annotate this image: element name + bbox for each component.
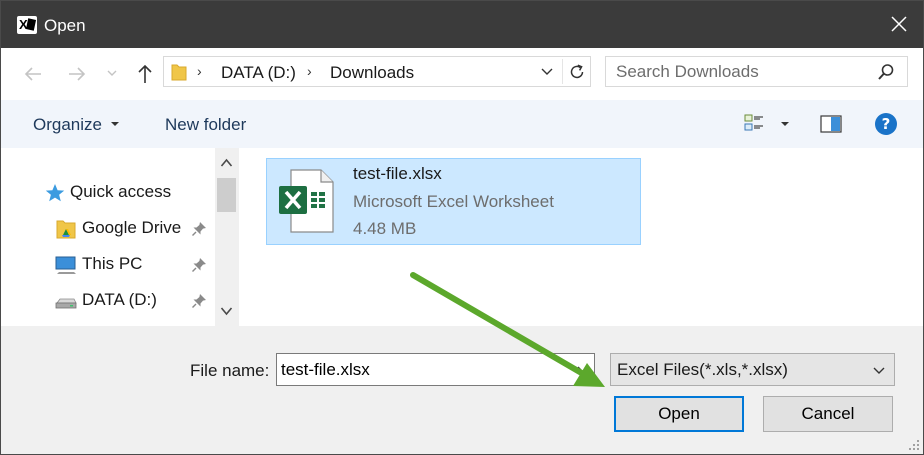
sidebar-item-label: This PC bbox=[82, 254, 143, 273]
back-button[interactable] bbox=[21, 62, 45, 86]
chevron-down-icon bbox=[873, 367, 885, 374]
sidebar-item-label: Google Drive bbox=[82, 218, 182, 237]
address-bar[interactable]: › DATA (D:) › Downloads bbox=[163, 56, 591, 87]
file-list-pane: test-file.xlsx Microsoft Excel Worksheet… bbox=[243, 148, 923, 326]
help-icon: ? bbox=[875, 113, 897, 135]
chevron-down-icon bbox=[220, 307, 233, 316]
preview-pane-icon bbox=[820, 115, 842, 133]
sidebar-item-data-drive[interactable]: DATA (D:) bbox=[54, 288, 214, 312]
pin-icon[interactable] bbox=[191, 257, 207, 273]
resize-grip-icon[interactable] bbox=[908, 439, 920, 451]
window-title: Open bbox=[44, 16, 86, 35]
navigation-pane: Quick access Google Drive This PC DATA (… bbox=[1, 148, 215, 326]
file-type-select[interactable]: Excel Files(*.xls,*.xlsx) bbox=[610, 353, 895, 386]
svg-text:?: ? bbox=[882, 115, 891, 133]
recent-locations-button[interactable] bbox=[105, 66, 119, 80]
navigation-bar: › DATA (D:) › Downloads bbox=[1, 48, 923, 100]
pin-icon[interactable] bbox=[191, 221, 207, 237]
sidebar-item-label: DATA (D:) bbox=[82, 290, 157, 309]
drive-icon bbox=[55, 298, 77, 309]
chevron-down-icon bbox=[107, 70, 117, 76]
file-item-selected[interactable]: test-file.xlsx Microsoft Excel Worksheet… bbox=[266, 158, 641, 245]
file-size-text: 4.48 MB bbox=[353, 219, 417, 238]
file-name-label: File name: bbox=[190, 361, 270, 380]
breadcrumb-data-drive[interactable]: DATA (D:) bbox=[221, 63, 296, 83]
title-bar[interactable]: X Open bbox=[1, 1, 923, 48]
scroll-up-button[interactable] bbox=[215, 148, 238, 176]
arrow-up-icon bbox=[138, 64, 152, 83]
breadcrumb-separator-icon[interactable]: › bbox=[307, 63, 312, 79]
scroll-thumb[interactable] bbox=[217, 178, 236, 212]
help-button[interactable]: ? bbox=[874, 112, 898, 136]
forward-button[interactable] bbox=[65, 62, 89, 86]
organize-dropdown-icon[interactable] bbox=[111, 122, 119, 126]
scroll-down-button[interactable] bbox=[215, 298, 238, 326]
computer-icon bbox=[55, 256, 76, 274]
chevron-down-icon[interactable] bbox=[576, 364, 590, 376]
arrow-right-icon bbox=[69, 67, 86, 81]
search-icon[interactable] bbox=[877, 63, 895, 81]
view-dropdown-icon[interactable] bbox=[781, 122, 789, 126]
breadcrumb-downloads[interactable]: Downloads bbox=[330, 63, 414, 83]
excel-app-icon: X bbox=[17, 16, 37, 34]
chevron-up-icon bbox=[220, 158, 233, 167]
pin-icon[interactable] bbox=[191, 293, 207, 309]
file-name-combobox[interactable] bbox=[276, 353, 595, 386]
close-icon bbox=[891, 16, 907, 32]
file-type-selected-value: Excel Files(*.xls,*.xlsx) bbox=[617, 360, 788, 379]
sidebar-item-quick-access[interactable]: Quick access bbox=[44, 180, 214, 204]
refresh-icon[interactable] bbox=[567, 62, 587, 82]
folder-icon bbox=[171, 64, 187, 81]
preview-pane-button[interactable] bbox=[819, 112, 843, 136]
excel-file-icon bbox=[279, 169, 334, 233]
address-history-chevron-icon[interactable] bbox=[540, 66, 554, 78]
command-toolbar: Organize New folder ? bbox=[1, 100, 923, 148]
navigation-pane-scrollbar[interactable] bbox=[215, 148, 238, 326]
change-view-button[interactable] bbox=[743, 112, 767, 136]
search-input[interactable] bbox=[616, 61, 866, 82]
google-drive-folder-icon bbox=[56, 220, 76, 239]
open-file-dialog: X Open › DATA (D:) › Downloads Search Do… bbox=[0, 0, 924, 455]
sidebar-item-this-pc[interactable]: This PC bbox=[54, 252, 214, 276]
search-box[interactable] bbox=[605, 56, 908, 87]
file-name-text: test-file.xlsx bbox=[353, 164, 442, 183]
file-name-input[interactable] bbox=[281, 359, 571, 380]
open-button[interactable]: Open bbox=[614, 396, 744, 432]
file-type-text: Microsoft Excel Worksheet bbox=[353, 192, 554, 211]
up-button[interactable] bbox=[133, 62, 157, 86]
organize-button[interactable]: Organize bbox=[33, 115, 102, 135]
dialog-footer: File name: Excel Files(*.xls,*.xlsx) Ope… bbox=[1, 326, 923, 454]
breadcrumb-separator-icon[interactable]: › bbox=[197, 63, 202, 79]
star-icon bbox=[45, 184, 65, 202]
arrow-left-icon bbox=[24, 67, 41, 81]
close-button[interactable] bbox=[883, 8, 915, 40]
sidebar-item-label: Quick access bbox=[70, 182, 172, 201]
cancel-button[interactable]: Cancel bbox=[763, 396, 893, 432]
new-folder-button[interactable]: New folder bbox=[165, 115, 246, 135]
view-options-icon bbox=[744, 114, 763, 131]
